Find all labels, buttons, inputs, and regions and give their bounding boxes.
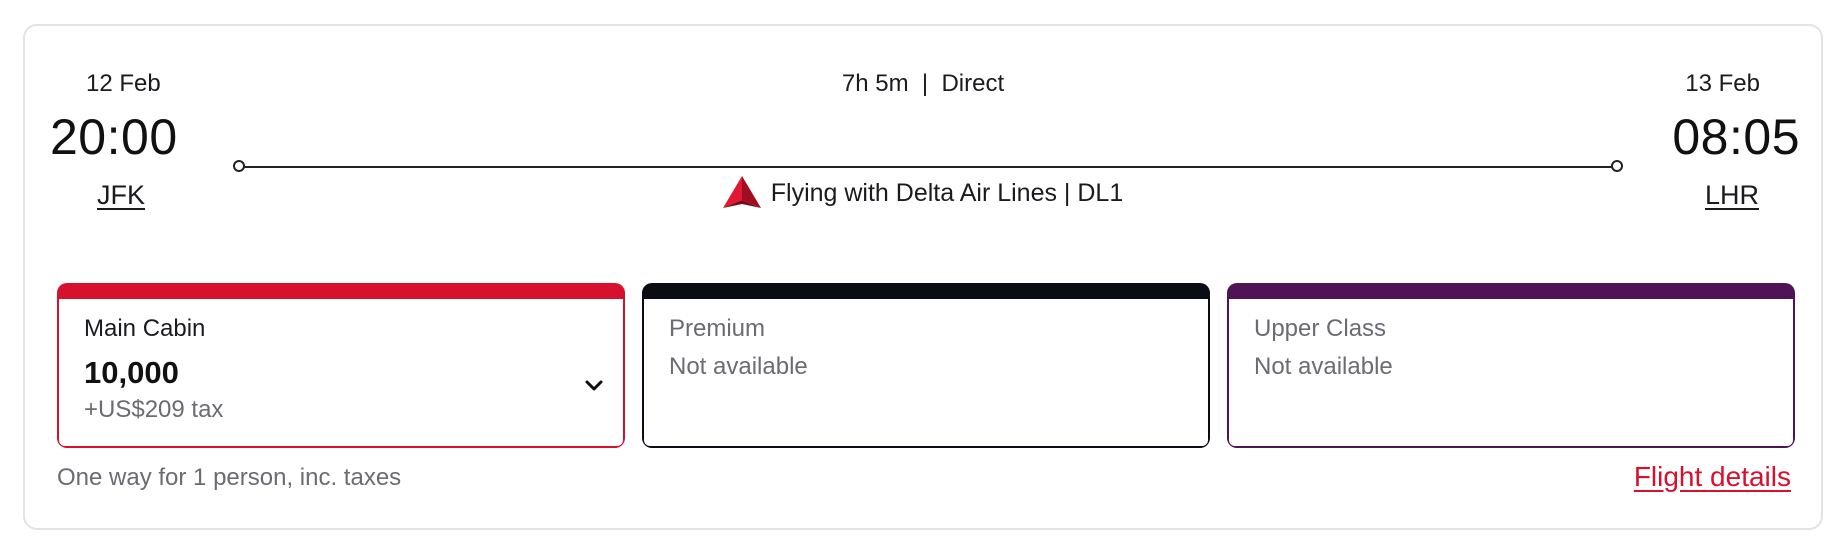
fare-upper-class[interactable]: Upper Class Not available xyxy=(1227,283,1795,448)
fare-status: Not available xyxy=(669,353,808,380)
fare-upper-class-body: Upper Class Not available xyxy=(1227,299,1795,448)
flight-result-card: 12 Feb 20:00 JFK 13 Feb 08:05 LHR 7h 5m … xyxy=(23,24,1823,530)
fare-name: Main Cabin xyxy=(84,315,206,342)
fare-tax: +US$209 tax xyxy=(84,396,224,423)
fare-name: Upper Class xyxy=(1254,315,1387,342)
chevron-down-icon[interactable] xyxy=(585,379,603,391)
departure-time: 20:00 xyxy=(50,109,178,165)
fare-status: Not available xyxy=(1254,353,1393,380)
fare-footnote: One way for 1 person, inc. taxes xyxy=(57,464,402,491)
fare-premium-body: Premium Not available xyxy=(642,299,1210,448)
flight-details-link[interactable]: Flight details xyxy=(1634,461,1791,493)
flight-duration: 7h 5m | Direct xyxy=(841,70,1005,97)
arrival-time: 08:05 xyxy=(1672,109,1800,165)
carrier-info: Flying with Delta Air Lines | DL1 xyxy=(25,176,1821,210)
fare-name: Premium xyxy=(669,315,766,342)
fare-main-cabin[interactable]: Main Cabin 10,000 +US$209 tax xyxy=(57,283,625,448)
fare-premium[interactable]: Premium Not available xyxy=(642,283,1210,448)
fare-main-cabin-body: Main Cabin 10,000 +US$209 tax xyxy=(57,299,625,448)
delta-logo-icon xyxy=(722,176,761,210)
route-line xyxy=(243,166,1617,168)
route-destination-dot xyxy=(1611,160,1623,172)
fare-points: 10,000 xyxy=(84,355,179,390)
carrier-text: Flying with Delta Air Lines | DL1 xyxy=(770,178,1124,207)
